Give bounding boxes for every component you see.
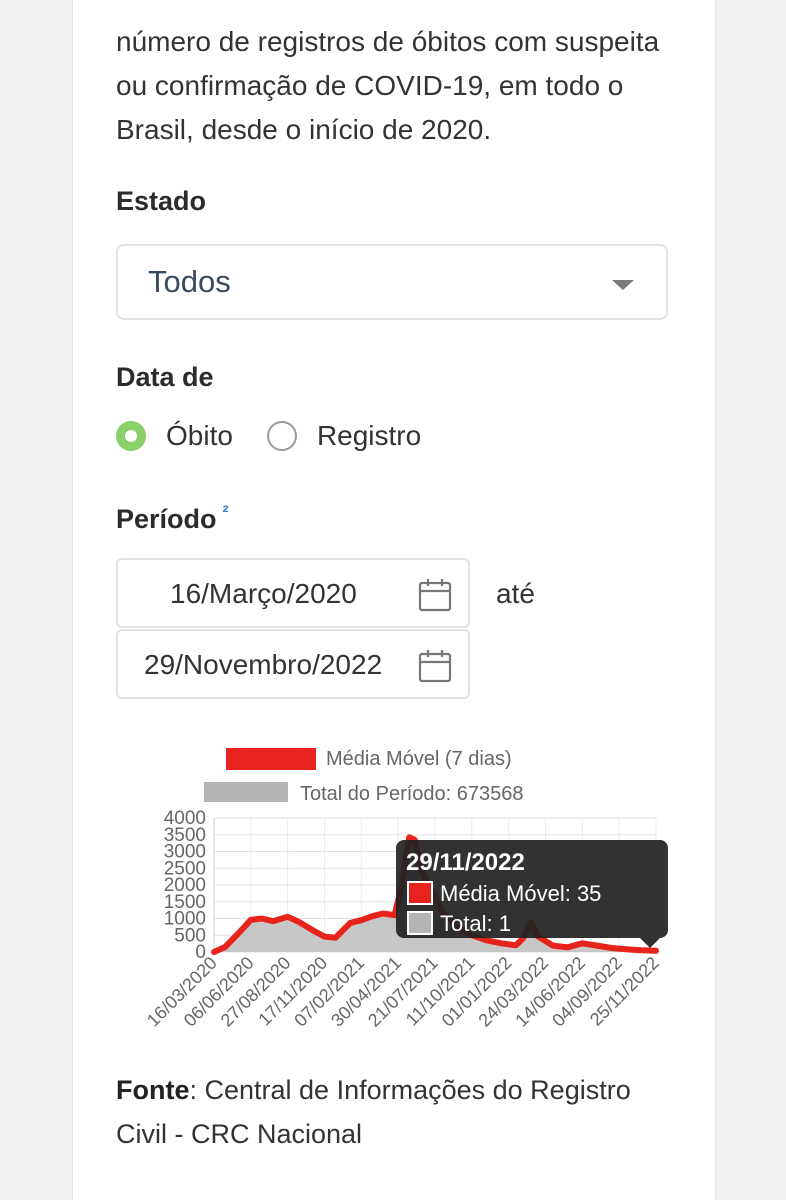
legend-swatch	[204, 782, 288, 802]
data-de-label: Data de	[116, 362, 214, 392]
legend-label: Total do Período: 673568	[300, 783, 524, 805]
tooltip-pointer	[640, 938, 660, 948]
estado-label: Estado	[116, 186, 207, 216]
radio-obito[interactable]	[116, 421, 146, 451]
x-axis: 16/03/202006/06/202027/08/202017/11/2020…	[143, 953, 663, 1031]
chart-tooltip: 29/11/2022 Média Móvel: 35 Total: 1	[396, 840, 668, 948]
y-axis: 40003500300025002000150010005000	[164, 808, 206, 963]
tooltip-swatch	[407, 911, 433, 935]
radio-registro[interactable]	[266, 421, 297, 451]
until-label: até	[496, 578, 535, 609]
start-date-value: 16/Março/2020	[170, 578, 357, 609]
tooltip-row-label: Média Móvel: 35	[440, 881, 601, 906]
end-date-value: 29/Novembro/2022	[144, 649, 383, 680]
start-date-input[interactable]: 16/Março/2020	[116, 558, 470, 628]
periodo-label-text: Período	[116, 504, 217, 534]
periodo-label: Período ²	[116, 502, 229, 535]
estado-select[interactable]: Todos	[116, 244, 668, 320]
tooltip-row-label: Total: 1	[440, 911, 511, 936]
legend-label: Média Móvel (7 dias)	[326, 748, 512, 770]
estado-selected-value: Todos	[148, 264, 231, 299]
source-text: Fonte: Central de Informações do Registr…	[116, 1068, 686, 1156]
end-date-input[interactable]: 29/Novembro/2022	[116, 629, 470, 699]
calendar-icon[interactable]	[418, 649, 452, 683]
covid-deaths-chart: Média Móvel (7 dias) Total do Período: 67…	[143, 748, 668, 1031]
chart-legend: Média Móvel (7 dias) Total do Período: 67…	[204, 748, 524, 805]
legend-swatch	[226, 748, 316, 770]
source-body: : Central de Informações do Registro Civ…	[116, 1075, 631, 1149]
periodo-footnote-link[interactable]: ²	[223, 502, 229, 522]
radio-registro-label[interactable]: Registro	[317, 420, 421, 452]
data-de-radio-group: Óbito Registro	[116, 420, 455, 452]
calendar-icon[interactable]	[418, 578, 452, 612]
tooltip-title: 29/11/2022	[406, 849, 525, 876]
source-label: Fonte	[116, 1075, 190, 1105]
chevron-down-icon	[612, 280, 634, 290]
intro-text: número de registros de óbitos com suspei…	[116, 26, 660, 145]
tooltip-swatch	[407, 881, 433, 905]
radio-obito-label[interactable]: Óbito	[166, 420, 233, 452]
